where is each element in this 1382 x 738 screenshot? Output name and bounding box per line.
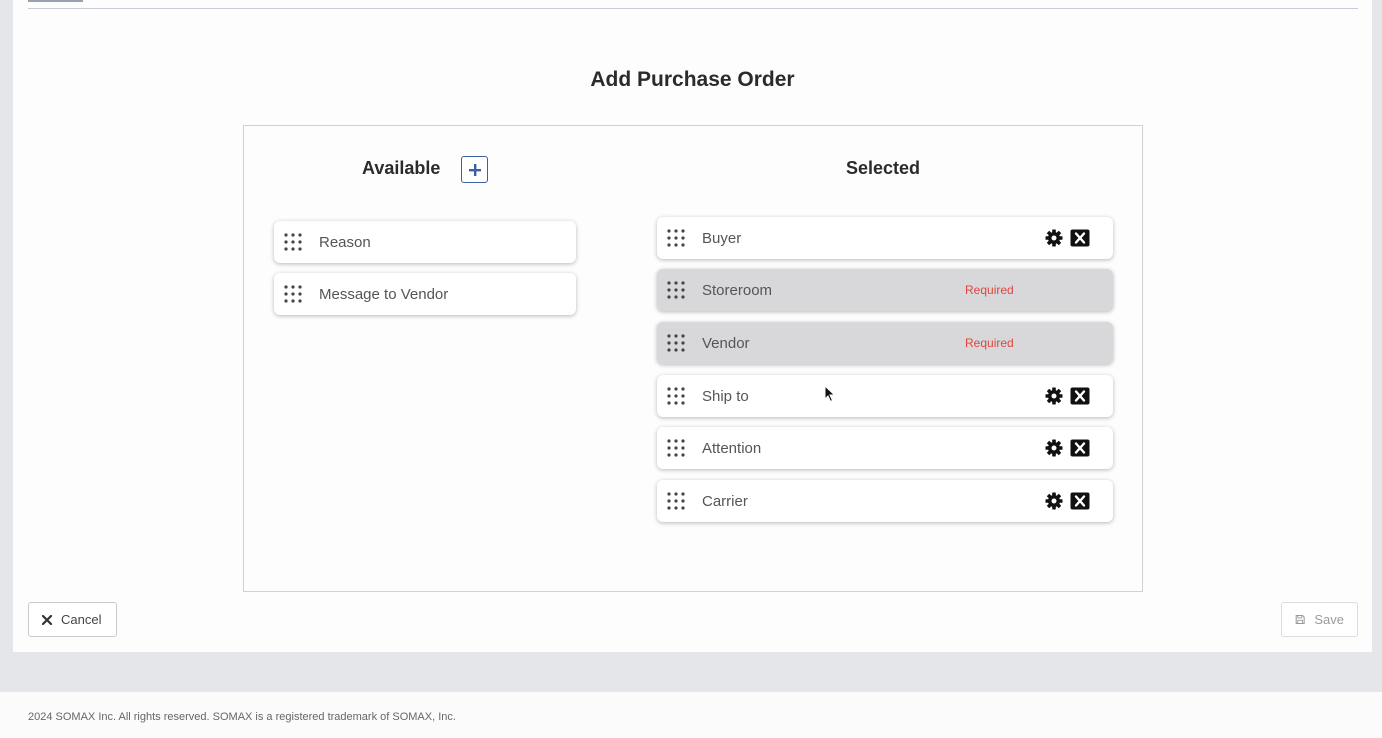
- cancel-button[interactable]: Cancel: [28, 602, 117, 637]
- drag-handle-icon[interactable]: [283, 232, 303, 252]
- gear-icon[interactable]: [1044, 492, 1064, 510]
- item-label: Storeroom: [702, 281, 773, 299]
- gear-icon[interactable]: [1044, 229, 1064, 247]
- save-button[interactable]: Save: [1281, 602, 1358, 637]
- footer: 2024 SOMAX Inc. All rights reserved. SOM…: [0, 692, 1382, 738]
- close-icon[interactable]: [1070, 229, 1090, 247]
- selected-item-vendor[interactable]: Vendor Required: [657, 322, 1113, 364]
- close-icon[interactable]: [1070, 492, 1090, 510]
- gear-icon[interactable]: [1044, 439, 1064, 457]
- close-x-icon: [42, 614, 52, 625]
- plus-icon: [468, 163, 481, 176]
- available-item-message-to-vendor[interactable]: Message to Vendor: [274, 273, 576, 315]
- gear-icon[interactable]: [1044, 387, 1064, 405]
- selected-item-attention[interactable]: Attention: [657, 427, 1113, 469]
- selected-item-storeroom[interactable]: Storeroom Required: [657, 269, 1113, 311]
- item-label: Message to Vendor: [319, 285, 449, 303]
- drag-handle-icon[interactable]: [283, 284, 303, 304]
- mouse-cursor-icon: [824, 385, 836, 403]
- floppy-disk-icon: [1295, 614, 1305, 625]
- selected-item-carrier[interactable]: Carrier: [657, 480, 1113, 522]
- close-icon[interactable]: [1070, 387, 1090, 405]
- field-chooser-panel: Available Selected Reason Message to Ven…: [243, 125, 1143, 592]
- selected-item-ship-to[interactable]: Ship to: [657, 375, 1113, 417]
- required-label: Required: [965, 336, 1014, 350]
- drag-handle-icon[interactable]: [666, 228, 686, 248]
- item-label: Ship to: [702, 387, 749, 405]
- main-card: Add Purchase Order Available Selected Re…: [13, 0, 1372, 652]
- drag-handle-icon[interactable]: [666, 333, 686, 353]
- drag-handle-icon[interactable]: [666, 491, 686, 511]
- cancel-label: Cancel: [61, 612, 102, 627]
- selected-item-buyer[interactable]: Buyer: [657, 217, 1113, 259]
- required-label: Required: [965, 283, 1014, 297]
- item-label: Carrier: [702, 492, 748, 510]
- available-heading: Available: [362, 158, 441, 178]
- item-label: Reason: [319, 233, 371, 251]
- item-label: Vendor: [702, 334, 750, 352]
- copyright-text: 2024 SOMAX Inc. All rights reserved. SOM…: [28, 711, 456, 723]
- close-icon[interactable]: [1070, 439, 1090, 457]
- item-label: Attention: [702, 439, 762, 457]
- drag-handle-icon[interactable]: [666, 280, 686, 300]
- drag-handle-icon[interactable]: [666, 386, 686, 406]
- page-title: Add Purchase Order: [590, 68, 795, 91]
- top-tab-indicator: [28, 0, 83, 2]
- add-field-button[interactable]: [461, 156, 488, 183]
- selected-heading: Selected: [846, 158, 921, 178]
- item-label: Buyer: [702, 229, 742, 247]
- save-label: Save: [1314, 612, 1344, 627]
- drag-handle-icon[interactable]: [666, 438, 686, 458]
- available-item-reason[interactable]: Reason: [274, 221, 576, 263]
- top-divider: [28, 8, 1358, 9]
